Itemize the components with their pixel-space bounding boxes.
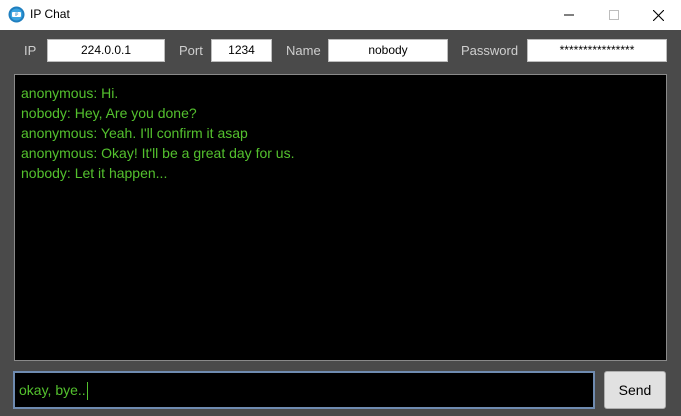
maximize-icon <box>608 10 619 20</box>
port-label: Port <box>179 43 203 58</box>
maximize-button[interactable] <box>591 0 636 30</box>
chat-message: anonymous: Yeah. I'll confirm it asap <box>21 125 248 141</box>
message-input-text: okay, bye.. <box>19 382 86 398</box>
chat-log[interactable]: anonymous: Hi. nobody: Hey, Are you done… <box>14 74 667 361</box>
chat-message: nobody: Let it happen... <box>21 165 168 181</box>
name-field[interactable]: nobody <box>328 39 448 62</box>
ip-field[interactable]: 224.0.0.1 <box>47 39 165 62</box>
minimize-button[interactable] <box>546 0 591 30</box>
chat-app-icon: IP <box>8 6 25 23</box>
minimize-icon <box>563 14 574 16</box>
close-icon <box>653 9 664 21</box>
window-title: IP Chat <box>30 7 70 21</box>
svg-text:IP: IP <box>15 12 19 17</box>
text-caret <box>86 382 88 401</box>
chat-message: nobody: Hey, Are you done? <box>21 105 197 121</box>
close-button[interactable] <box>636 0 681 30</box>
port-field[interactable]: 1234 <box>211 39 272 62</box>
password-label: Password <box>461 43 519 58</box>
app-window: IP IP Chat IP 224.0.0.1 Port 1234 Name n… <box>0 0 681 416</box>
name-label: Name <box>286 43 321 58</box>
title-bar[interactable]: IP IP Chat <box>0 0 681 30</box>
ip-label: IP <box>24 43 37 58</box>
message-input[interactable]: okay, bye.. <box>13 371 595 409</box>
password-field[interactable]: **************** <box>527 39 667 62</box>
chat-message: anonymous: Hi. <box>21 85 119 101</box>
chat-message: anonymous: Okay! It'll be a great day fo… <box>21 145 295 161</box>
send-button[interactable]: Send <box>604 371 666 409</box>
